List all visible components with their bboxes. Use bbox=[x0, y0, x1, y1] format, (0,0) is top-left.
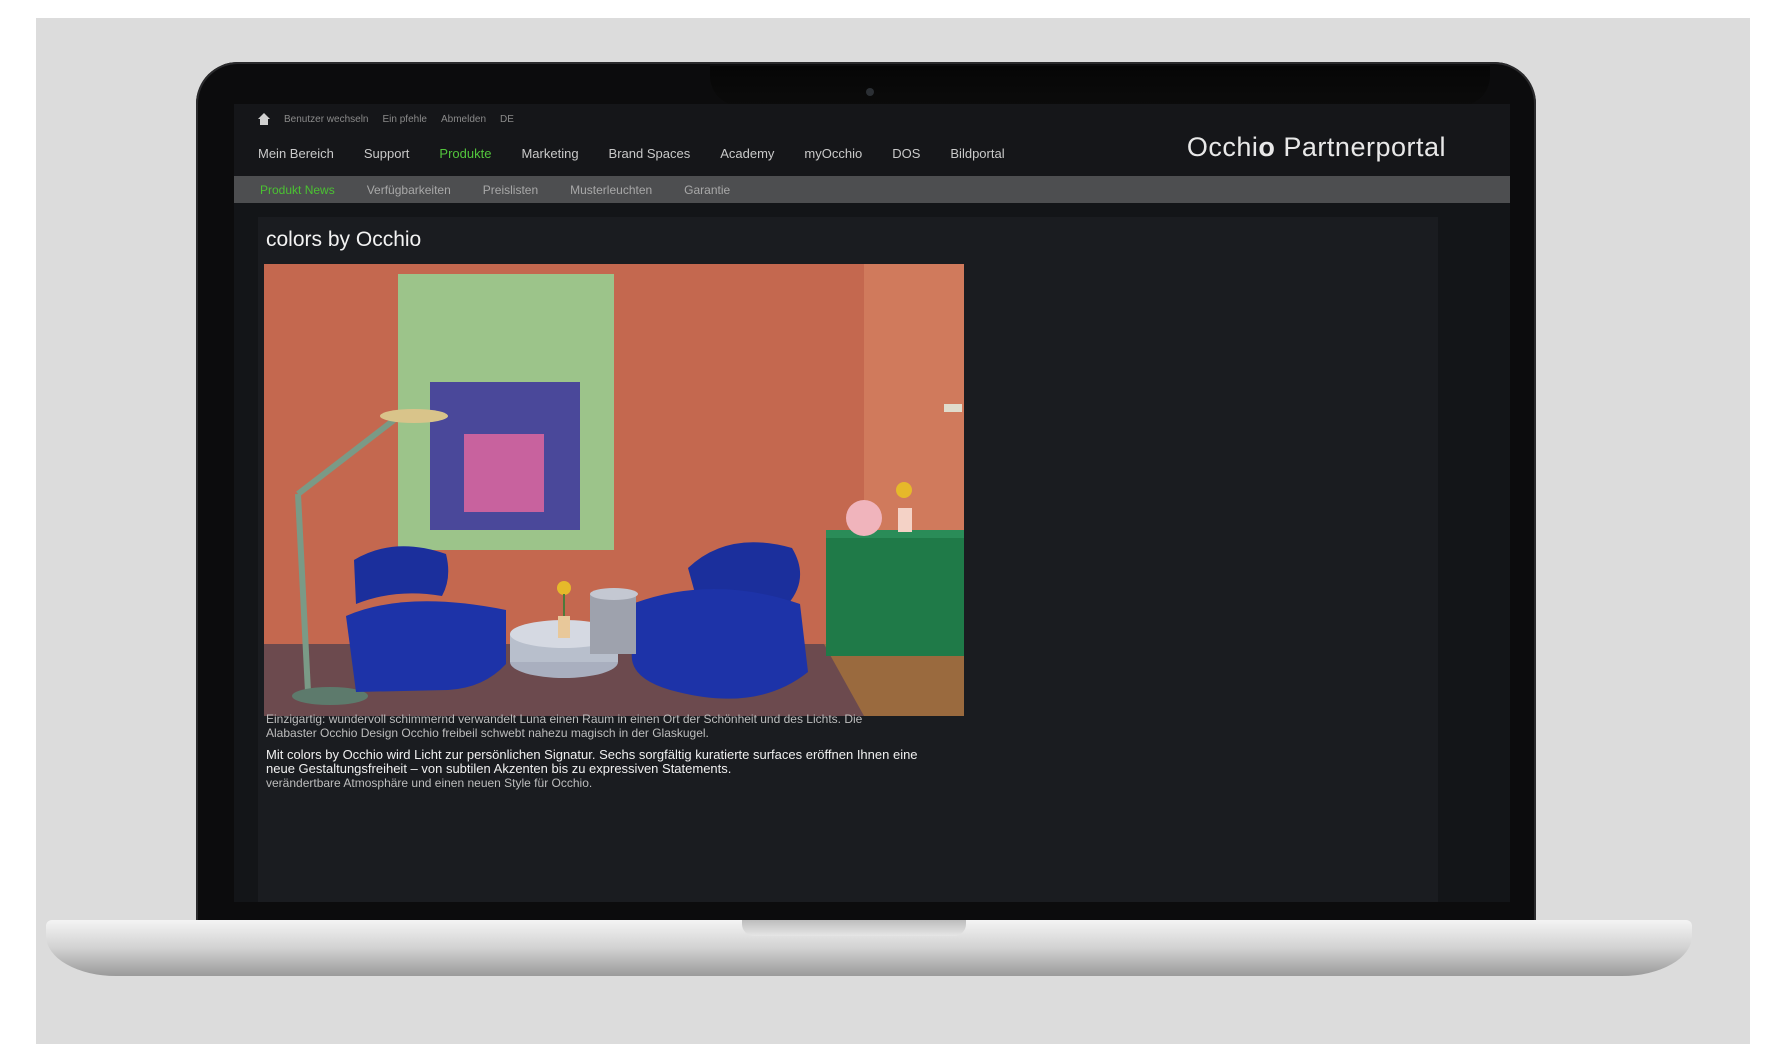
brand-text-c: Partnerportal bbox=[1275, 132, 1446, 162]
camera-icon bbox=[866, 88, 874, 96]
brand-text-b: o bbox=[1258, 132, 1276, 162]
paragraph-1-line-2: Alabaster Occhio Design Occhio freibeil … bbox=[266, 726, 709, 740]
nav-item-support[interactable]: Support bbox=[364, 146, 410, 161]
utility-link-recommend[interactable]: Ein pfehle bbox=[383, 114, 427, 125]
utility-bar: Benutzer wechseln Ein pfehle Abmelden DE bbox=[258, 110, 514, 128]
brand-text-a: Occhi bbox=[1186, 132, 1259, 162]
home-icon[interactable] bbox=[258, 113, 270, 125]
utility-link-switch-user[interactable]: Benutzer wechseln bbox=[284, 114, 369, 125]
nav-item-produkte[interactable]: Produkte bbox=[439, 146, 491, 161]
nav-item-myocchio[interactable]: myOcchio bbox=[804, 146, 862, 161]
paragraph-2-line-3: verändertbare Atmosphäre und einen neuen… bbox=[266, 776, 593, 790]
laptop-hinge bbox=[742, 920, 966, 936]
nav-item-academy[interactable]: Academy bbox=[720, 146, 774, 161]
subnav-item-verfuegbarkeiten[interactable]: Verfügbarkeiten bbox=[367, 183, 451, 197]
laptop-screen: Benutzer wechseln Ein pfehle Abmelden DE… bbox=[234, 104, 1510, 902]
nav-item-mein-bereich[interactable]: Mein Bereich bbox=[258, 146, 334, 161]
room-scene-illustration bbox=[264, 264, 964, 716]
subnav-item-garantie[interactable]: Garantie bbox=[684, 183, 730, 197]
laptop-notch bbox=[710, 66, 1490, 106]
top-bar: Benutzer wechseln Ein pfehle Abmelden DE… bbox=[234, 104, 1510, 176]
subnav-item-musterleuchten[interactable]: Musterleuchten bbox=[570, 183, 652, 197]
nav-item-dos[interactable]: DOS bbox=[892, 146, 920, 161]
utility-link-language[interactable]: DE bbox=[500, 114, 514, 125]
utility-link-logout[interactable]: Abmelden bbox=[441, 114, 486, 125]
paragraph-2-line-2: neue Gestaltungsfreiheit – von subtilen … bbox=[266, 761, 732, 776]
article-paragraph-2: Mit colors by Occhio wird Licht zur pers… bbox=[266, 747, 956, 791]
article-paragraph-1: Einzigartig: wundervoll schimmernd verwa… bbox=[266, 712, 956, 740]
nav-item-marketing[interactable]: Marketing bbox=[521, 146, 578, 161]
subnav-item-preislisten[interactable]: Preislisten bbox=[483, 183, 538, 197]
nav-item-bildportal[interactable]: Bildportal bbox=[950, 146, 1004, 161]
page-title: colors by Occhio bbox=[266, 228, 422, 251]
nav-item-brand-spaces[interactable]: Brand Spaces bbox=[609, 146, 691, 161]
sub-nav: Produkt News Verfügbarkeiten Preislisten… bbox=[234, 176, 1510, 203]
main-nav: Mein Bereich Support Produkte Marketing … bbox=[258, 146, 1005, 161]
brand-logo[interactable]: Occhio Partnerportal bbox=[1187, 132, 1446, 163]
paragraph-1-line-1: Einzigartig: wundervoll schimmernd verwa… bbox=[266, 712, 863, 726]
paragraph-2-line-1: Mit colors by Occhio wird Licht zur pers… bbox=[266, 747, 918, 762]
subnav-item-produkt-news[interactable]: Produkt News bbox=[260, 183, 335, 197]
hero-image bbox=[264, 264, 964, 716]
